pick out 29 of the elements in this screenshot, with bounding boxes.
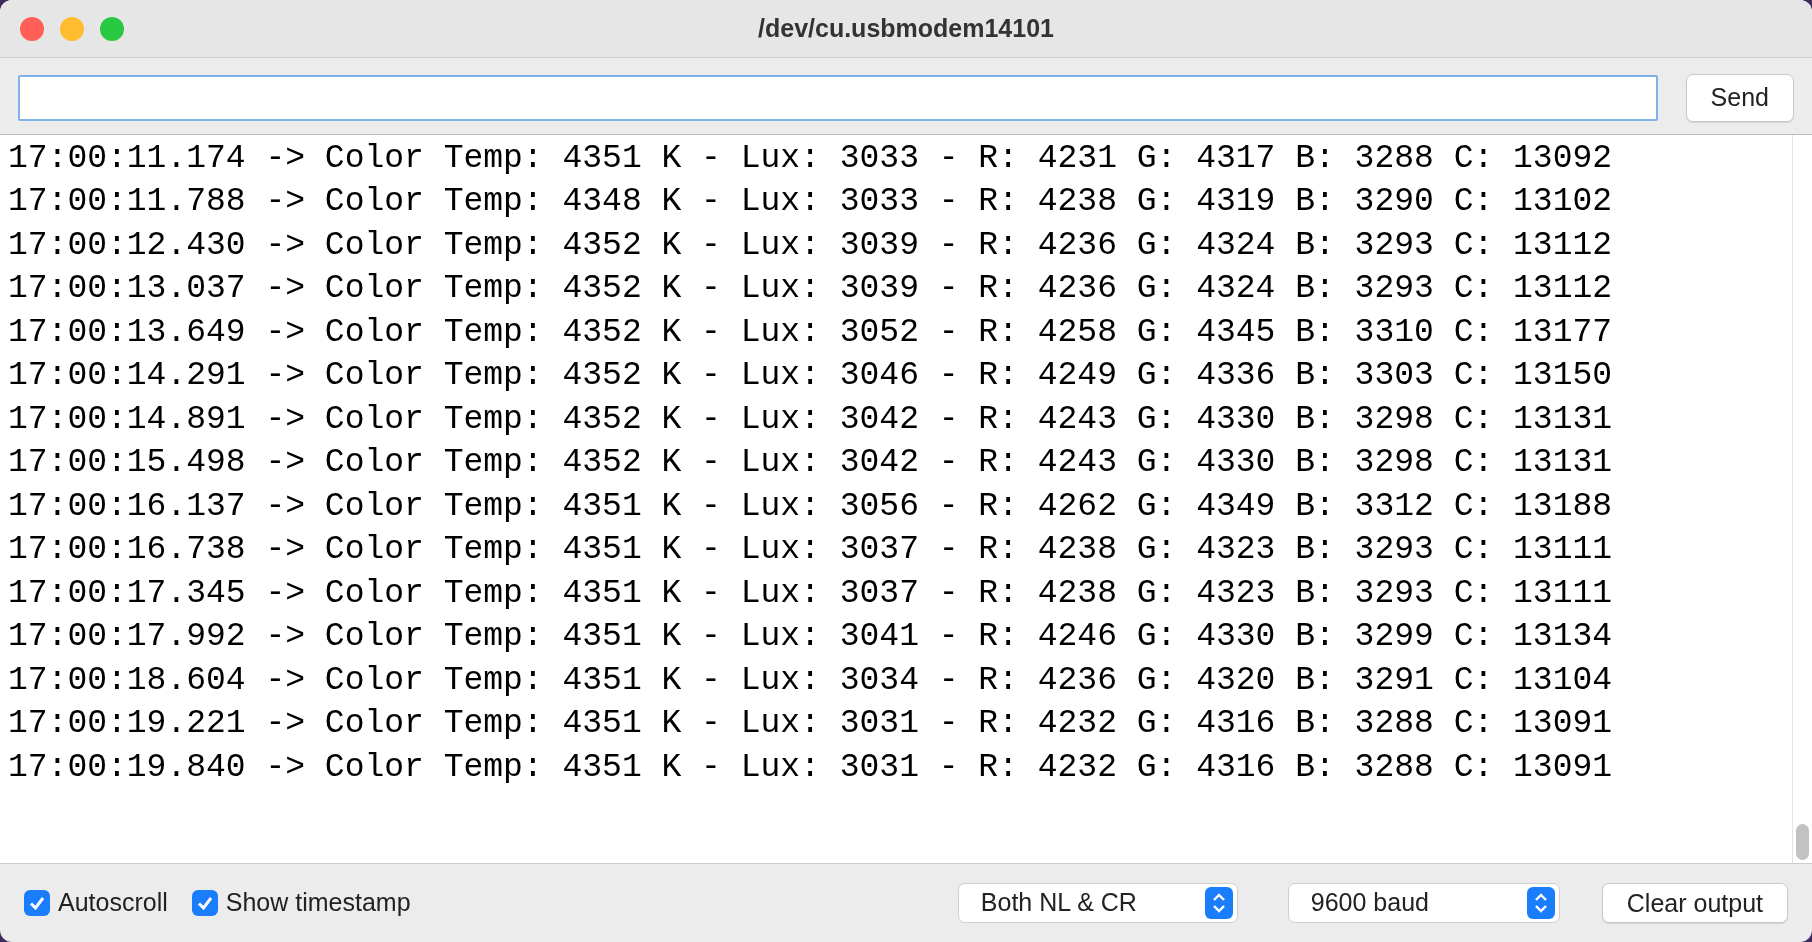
serial-output-line: 17:00:13.037 -> Color Temp: 4352 K - Lux: 3039 - R: 4236 G: 4324 B: 3293 C: 13112 bbox=[8, 269, 1613, 309]
minimize-window-button[interactable] bbox=[60, 16, 84, 41]
serial-output-line: 17:00:15.498 -> Color Temp: 4352 K - Lux: 3042 - R: 4243 G: 4330 B: 3298 C: 13131 bbox=[8, 443, 1613, 483]
serial-output-line: 17:00:18.604 -> Color Temp: 4351 K - Lux: 3034 - R: 4236 G: 4320 B: 3291 C: 13104 bbox=[8, 660, 1613, 701]
option-checkbox[interactable]: Autoscroll bbox=[24, 884, 168, 922]
baud-rate-dropdown[interactable]: 9600 baud bbox=[1287, 883, 1560, 923]
serial-output-line: 17:00:11.788 -> Color Temp: 4348 K - Lux: 3033 - R: 4238 G: 4319 B: 3290 C: 13102 bbox=[8, 182, 1613, 222]
serial-output-line: 17:00:19.840 -> Color Temp: 4351 K - Lux: 3031 - R: 4232 G: 4316 B: 3288 C: 13091 bbox=[8, 747, 1613, 788]
stepper-icon bbox=[1526, 887, 1555, 919]
serial-output-line: 17:00:11.174 -> Color Temp: 4351 K - Lux: 3033 - R: 4231 G: 4317 B: 3288 C: 13092 bbox=[8, 138, 1613, 179]
serial-output-line: 17:00:17.992 -> Color Temp: 4351 K - Lux: 3041 - R: 4246 G: 4330 B: 3299 C: 13134 bbox=[8, 617, 1613, 657]
zoom-window-button[interactable] bbox=[100, 16, 124, 41]
serial-output-line: 17:00:19.221 -> Color Temp: 4351 K - Lux: 3031 - R: 4232 G: 4316 B: 3288 C: 13091 bbox=[8, 704, 1613, 744]
clear-output-button[interactable]: Clear output bbox=[1601, 883, 1788, 923]
serial-output-line: 17:00:12.430 -> Color Temp: 4352 K - Lux: 3039 - R: 4236 G: 4324 B: 3293 C: 13112 bbox=[8, 225, 1613, 266]
send-button[interactable]: Send bbox=[1685, 74, 1794, 122]
line-ending-dropdown[interactable]: Both NL & CR bbox=[957, 883, 1238, 923]
serial-output-line: 17:00:16.738 -> Color Temp: 4351 K - Lux: 3037 - R: 4238 G: 4323 B: 3293 C: 13111 bbox=[8, 530, 1613, 570]
serial-output-line: 17:00:14.891 -> Color Temp: 4352 K - Lux: 3042 - R: 4243 G: 4330 B: 3298 C: 13131 bbox=[8, 399, 1613, 440]
close-window-button[interactable] bbox=[20, 16, 44, 41]
scrollbar-thumb[interactable] bbox=[1796, 824, 1809, 860]
window-title: /dev/cu.usbmodem14101 bbox=[758, 13, 1054, 42]
message-input-field[interactable] bbox=[18, 74, 1658, 121]
serial-output-line: 17:00:17.345 -> Color Temp: 4351 K - Lux: 3037 - R: 4238 G: 4323 B: 3293 C: 13111 bbox=[8, 573, 1613, 614]
serial-output-line: 17:00:14.291 -> Color Temp: 4352 K - Lux: 3046 - R: 4249 G: 4336 B: 3303 C: 13150 bbox=[8, 356, 1613, 396]
stepper-icon bbox=[1204, 887, 1233, 919]
option-checkbox[interactable]: Show timestamp bbox=[191, 884, 411, 922]
serial-output-line: 17:00:13.649 -> Color Temp: 4352 K - Lux: 3052 - R: 4258 G: 4345 B: 3310 C: 13177 bbox=[8, 312, 1613, 353]
serial-output-line: 17:00:16.137 -> Color Temp: 4351 K - Lux: 3056 - R: 4262 G: 4349 B: 3312 C: 13188 bbox=[8, 486, 1613, 527]
